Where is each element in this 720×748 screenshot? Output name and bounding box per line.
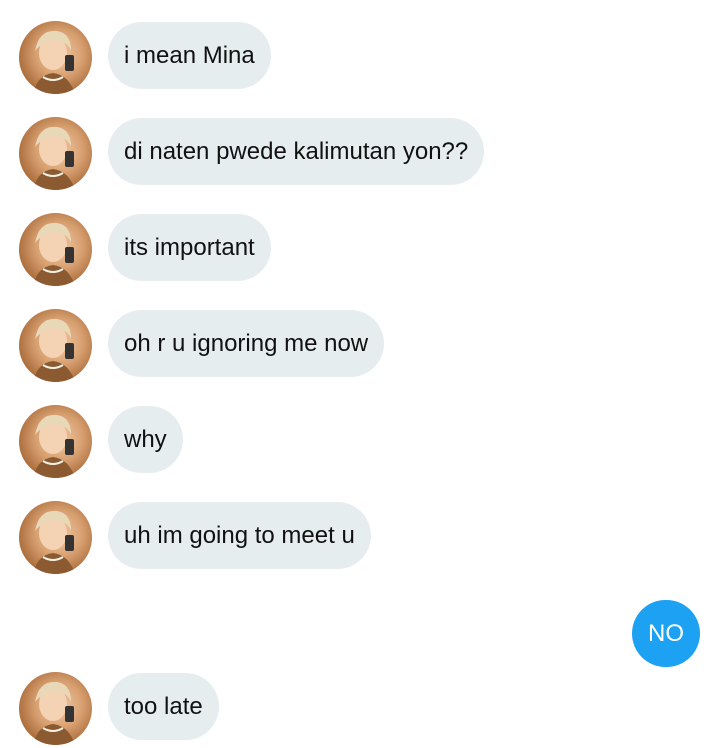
incoming-bubble[interactable]: oh r u ignoring me now	[108, 310, 385, 377]
sender-avatar[interactable]	[19, 21, 92, 94]
incoming-bubble[interactable]: i mean Mina	[108, 22, 271, 89]
incoming-bubble[interactable]: too late	[108, 673, 219, 740]
profile-photo-icon	[33, 681, 75, 745]
incoming-message: oh r u ignoring me now	[0, 309, 720, 383]
profile-photo-icon	[33, 30, 75, 94]
sender-avatar[interactable]	[19, 117, 92, 190]
outgoing-message: NO	[0, 600, 720, 674]
outgoing-bubble[interactable]: NO	[632, 600, 700, 667]
incoming-bubble[interactable]: di naten pwede kalimutan yon??	[108, 118, 485, 185]
sender-avatar[interactable]	[19, 309, 92, 382]
incoming-message: di naten pwede kalimutan yon??	[0, 117, 720, 191]
sender-avatar[interactable]	[19, 405, 92, 478]
incoming-message: i mean Mina	[0, 21, 720, 95]
incoming-bubble[interactable]: why	[108, 406, 183, 473]
profile-photo-icon	[33, 510, 75, 574]
incoming-bubble[interactable]: its important	[108, 214, 271, 281]
incoming-message: uh im going to meet u	[0, 501, 720, 575]
incoming-bubble[interactable]: uh im going to meet u	[108, 502, 371, 569]
profile-photo-icon	[33, 414, 75, 478]
incoming-message: why	[0, 405, 720, 479]
message-thread: i mean Mina di naten pwede kalimutan yon…	[0, 0, 720, 748]
sender-avatar[interactable]	[19, 213, 92, 286]
incoming-message: too late	[0, 672, 720, 746]
profile-photo-icon	[33, 222, 75, 286]
incoming-message: its important	[0, 213, 720, 287]
sender-avatar[interactable]	[19, 672, 92, 745]
profile-photo-icon	[33, 126, 75, 190]
sender-avatar[interactable]	[19, 501, 92, 574]
profile-photo-icon	[33, 318, 75, 382]
